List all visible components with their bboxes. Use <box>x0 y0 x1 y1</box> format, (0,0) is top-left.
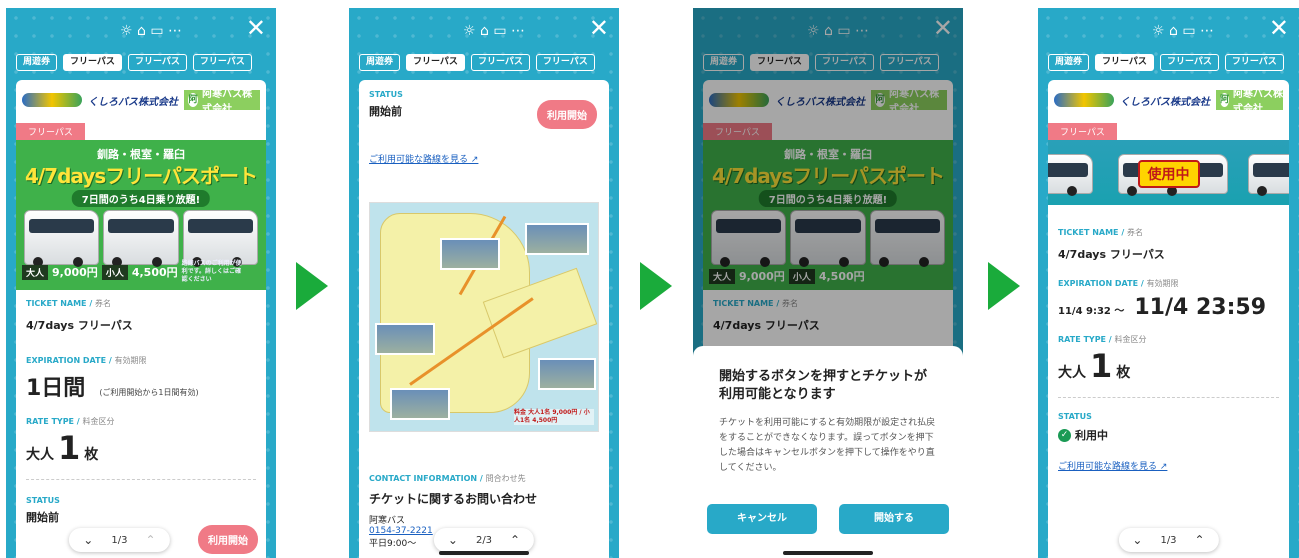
phone-screen-3: ☼ ⌂ ▭ ⋯ ✕ 周遊券 フリーパス フリーパス フリーパス くしろバス株式会… <box>693 8 963 558</box>
expiration-start: 11/4 9:32 〜 <box>1058 306 1125 317</box>
map-price-legend: 料金 大人1名 9,000円 / 小人1名 4,500円 <box>514 409 594 425</box>
status-field: STATUS 開始前 <box>16 480 266 525</box>
start-use-button[interactable]: 利用開始 <box>198 525 258 554</box>
pager-label: 1/3 <box>111 534 128 546</box>
poster-subtitle: 7日間のうち4日乗り放題! <box>71 190 211 207</box>
pager: ⌄ 2/3 ⌃ <box>433 528 535 552</box>
ticket-tabs: 周遊券 フリーパス フリーパス フリーパス <box>359 54 595 71</box>
in-use-tag: 使用中 <box>1137 160 1200 188</box>
start-use-button[interactable]: 利用開始 <box>537 100 597 129</box>
ticket-tabs: 周遊券 フリーパス フリーパス フリーパス <box>1048 54 1284 71</box>
contact-title: チケットに関するお問い合わせ <box>369 492 538 506</box>
tab-freepass-1[interactable]: フリーパス <box>406 54 465 71</box>
chevron-down-icon[interactable]: ⌄ <box>1132 533 1142 547</box>
in-use-banner: 使用中 <box>1048 140 1289 205</box>
dialog-title: 開始するボタンを押すとチケットが利用可能となります <box>719 369 928 402</box>
tab-freepass-3[interactable]: フリーパス <box>192 54 252 71</box>
expiration-value: 1日間 <box>26 376 86 401</box>
tab-freepass-2[interactable]: フリーパス <box>1159 54 1219 71</box>
ticket-name-field: TICKET NAME / 券名 4/7days フリーパス <box>16 290 266 333</box>
chevron-up-icon[interactable]: ⌃ <box>145 533 155 547</box>
start-confirm-dialog: 開始するボタンを押すとチケットが利用可能となります チケットを利用可能にすると有… <box>693 346 963 558</box>
header-illustration-icon: ☼ ⌂ ▭ ⋯ <box>119 23 182 39</box>
home-indicator <box>439 551 529 555</box>
bus-illustration <box>24 210 258 267</box>
pager-label: 2/3 <box>475 534 493 546</box>
pager: ⌄ 1/3 ⌃ <box>69 528 170 552</box>
tab-shuyuken[interactable]: 周遊券 <box>359 54 401 71</box>
pager-label: 1/3 <box>1160 534 1177 546</box>
close-icon[interactable]: ✕ <box>246 14 266 42</box>
status-field: STATUS ✓ 利用中 <box>1058 412 1108 442</box>
route-map: 料金 大人1名 9,000円 / 小人1名 4,500円 <box>369 202 599 432</box>
operator-logos: くしろバス株式会社 阿阿寒バス株式会社 <box>1048 80 1289 120</box>
status-value: 開始前 <box>26 511 59 524</box>
ticket-poster: 釧路・根室・羅臼 4/7daysフリーパスポート 7日間のうち4日乗り放題! 大… <box>16 140 266 290</box>
expiration-end: 11/4 23:59 <box>1134 295 1267 320</box>
ticket-card: STATUS 開始前 利用開始 ご利用可能な路線を見る ↗ 料金 大人1名 9,… <box>359 80 609 558</box>
arrow-right-icon <box>296 262 328 310</box>
phone-screen-1: ☼ ⌂ ▭ ⋯ ✕ 周遊券 フリーパス フリーパス フリーパス くしろバス株式会… <box>6 8 276 558</box>
arrow-right-icon <box>640 262 672 310</box>
expiration-field: EXPIRATION DATE / 有効期限 1日間 (ご利用開始から1日間有効) <box>26 356 199 401</box>
tab-freepass-3[interactable]: フリーパス <box>1224 54 1284 71</box>
chevron-up-icon[interactable]: ⌃ <box>1195 533 1205 547</box>
tab-shuyuken[interactable]: 周遊券 <box>1048 54 1090 71</box>
akan-bus-logo: 阿阿寒バス株式会社 <box>184 89 260 115</box>
cancel-button[interactable]: キャンセル <box>707 504 817 534</box>
confirm-start-button[interactable]: 開始する <box>839 504 949 534</box>
arrow-right-icon <box>988 262 1020 310</box>
ticket-tabs: 周遊券 フリーパス フリーパス フリーパス <box>16 54 252 71</box>
expiration-note: (ご利用開始から1日間有効) <box>99 388 199 397</box>
pager: ⌄ 1/3 ⌃ <box>1118 528 1219 552</box>
check-circle-icon: ✓ <box>1058 428 1071 442</box>
status-value: 利用中 <box>1075 429 1108 442</box>
operator-logos: くしろバス株式会社 阿阿寒バス株式会社 <box>16 80 266 120</box>
header-illustration-icon: ☼ ⌂ ▭ ⋯ <box>1151 23 1214 39</box>
dialog-body: チケットを利用可能にすると有効期限が設定され払戻をすることができなくなります。誤… <box>719 418 936 473</box>
close-icon[interactable]: ✕ <box>589 14 609 42</box>
header: ☼ ⌂ ▭ ⋯ ✕ <box>6 8 276 50</box>
rate-type-field: RATE TYPE / 料金区分 大人 1 枚 <box>26 417 115 467</box>
kushiro-bus-logo <box>22 93 82 107</box>
tab-shuyuken[interactable]: 周遊券 <box>16 54 58 71</box>
ticket-name-field: TICKET NAME / 券名 4/7days フリーパス <box>1058 228 1165 261</box>
contact-company: 阿寒バス <box>369 516 406 526</box>
close-icon[interactable]: ✕ <box>1269 14 1289 42</box>
freepass-badge: フリーパス <box>16 123 85 140</box>
header: ☼ ⌂ ▭ ⋯ ✕ <box>349 8 619 50</box>
ticket-name: 4/7days フリーパス <box>26 319 133 332</box>
tab-freepass-1[interactable]: フリーパス <box>1095 54 1154 71</box>
home-indicator <box>783 551 873 555</box>
poster-title: 4/7daysフリーパスポート <box>24 164 258 188</box>
tab-freepass-3[interactable]: フリーパス <box>535 54 595 71</box>
tab-freepass-2[interactable]: フリーパス <box>127 54 187 71</box>
header-illustration-icon: ☼ ⌂ ▭ ⋯ <box>462 23 525 39</box>
tab-freepass-1[interactable]: フリーパス <box>63 54 122 71</box>
phone-screen-4: ☼ ⌂ ▭ ⋯ ✕ 周遊券 フリーパス フリーパス フリーパス くしろバス株式会… <box>1038 8 1299 558</box>
ticket-card: くしろバス株式会社 阿阿寒バス株式会社 フリーパス 使用中 TICKET NAM… <box>1048 80 1289 558</box>
header: ☼ ⌂ ▭ ⋯ ✕ <box>1038 8 1299 50</box>
chevron-down-icon[interactable]: ⌄ <box>83 533 93 547</box>
expiration-field: EXPIRATION DATE / 有効期限 11/4 9:32 〜 11/4 … <box>1058 279 1267 320</box>
rate-type-field: RATE TYPE / 料金区分 大人 1 枚 <box>1058 335 1147 385</box>
tab-freepass-2[interactable]: フリーパス <box>470 54 530 71</box>
phone-screen-2: ☼ ⌂ ▭ ⋯ ✕ 周遊券 フリーパス フリーパス フリーパス STATUS 開… <box>349 8 619 558</box>
poster-prices: 大人 9,000円 小人 4,500円 路線バスのご利用が便利です。詳しくはご確認く… <box>22 260 242 284</box>
chevron-down-icon[interactable]: ⌄ <box>448 533 458 547</box>
freepass-badge: フリーパス <box>1048 123 1117 140</box>
available-routes-link[interactable]: ご利用可能な路線を見る ↗ <box>1048 443 1289 472</box>
kushiro-bus-name: くしろバス株式会社 <box>88 96 178 108</box>
ticket-card: くしろバス株式会社 阿阿寒バス株式会社 フリーパス 釧路・根室・羅臼 4/7da… <box>16 80 266 558</box>
chevron-up-icon[interactable]: ⌃ <box>510 533 520 547</box>
available-routes-link[interactable]: ご利用可能な路線を見る ↗ <box>369 152 478 165</box>
